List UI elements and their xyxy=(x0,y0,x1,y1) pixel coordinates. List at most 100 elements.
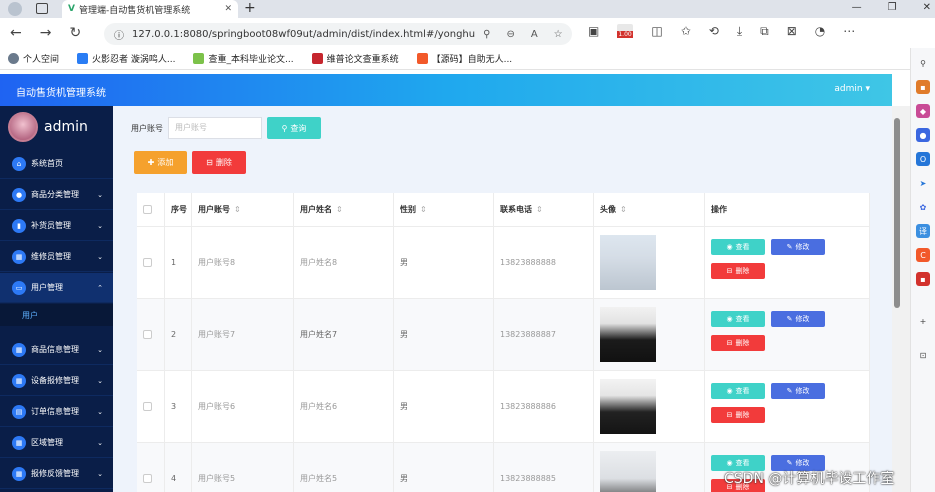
cell-account: 用户账号7 xyxy=(192,299,294,371)
key-icon[interactable]: ⚲ xyxy=(483,29,490,40)
url-text: 127.0.0.1:8080/springboot08wf09ut/admin/… xyxy=(132,28,476,40)
read-aloud-icon[interactable]: A xyxy=(531,29,538,40)
sort-icon[interactable]: ⇕ xyxy=(420,205,427,214)
toolbox-icon[interactable]: ▪ xyxy=(916,80,930,94)
delete-button[interactable]: ⊟ 删除 xyxy=(711,263,765,279)
browser-tab[interactable]: V 管理端-自动售货机管理系统 ✕ xyxy=(62,0,238,18)
add-icon[interactable]: + xyxy=(916,314,930,328)
games-icon[interactable]: ● xyxy=(916,128,930,142)
batch-delete-button[interactable]: ⊟ 删除 xyxy=(192,151,246,174)
search-button[interactable]: ⚲ 查询 xyxy=(267,117,321,139)
new-tab-icon[interactable]: + xyxy=(244,0,256,16)
translate-icon[interactable]: 译 xyxy=(916,224,930,238)
minimize-icon[interactable]: — xyxy=(852,0,862,16)
sort-icon[interactable]: ⇕ xyxy=(536,205,543,214)
edit-button[interactable]: ✎ 修改 xyxy=(771,383,825,399)
scrollbar-thumb[interactable] xyxy=(894,118,900,308)
button-label: 查看 xyxy=(735,459,750,467)
row-checkbox[interactable] xyxy=(143,474,152,483)
sidebar-item-label: 维修员管理 xyxy=(31,252,71,261)
sort-icon[interactable]: ⇕ xyxy=(620,205,627,214)
zoom-icon[interactable]: ⊖ xyxy=(506,29,514,40)
column-header-name[interactable]: 用户姓名 ⇕ xyxy=(294,193,394,227)
apps-icon[interactable]: ✿ xyxy=(916,200,930,214)
column-header-account[interactable]: 用户账号 ⇕ xyxy=(192,193,294,227)
user-menu[interactable]: admin ▾ xyxy=(834,84,870,94)
screenshot-icon[interactable]: ⊠ xyxy=(787,24,797,39)
workspaces-icon[interactable] xyxy=(36,3,48,14)
sidebar-item[interactable]: ▭ 用户管理 ⌃ xyxy=(0,273,113,303)
search-input[interactable]: 用户账号 xyxy=(168,117,262,139)
cell-gender: 男 xyxy=(394,371,494,443)
cell-name: 用户姓名7 xyxy=(294,299,394,371)
profile-icon[interactable] xyxy=(8,2,22,16)
bookmark[interactable]: 火影忍者 漩涡鸣人... xyxy=(77,52,175,65)
view-button[interactable]: ◉ 查看 xyxy=(711,239,765,255)
row-checkbox[interactable] xyxy=(143,402,152,411)
address-bar[interactable]: ⓘ 127.0.0.1:8080/springboot08wf09ut/admi… xyxy=(104,23,572,45)
edit-button[interactable]: ✎ 修改 xyxy=(771,311,825,327)
sidebar-item[interactable]: ● 商品分类管理 ⌄ xyxy=(0,180,113,210)
sidebar-item[interactable]: ▦ 维修员管理 ⌄ xyxy=(0,242,113,272)
download-icon[interactable]: ⤓ xyxy=(737,24,742,39)
sort-icon[interactable]: ⇕ xyxy=(336,205,343,214)
column-header-gender[interactable]: 性别 ⇕ xyxy=(394,193,494,227)
send-icon[interactable]: ➤ xyxy=(916,176,930,190)
copilot-icon[interactable]: ◔ xyxy=(815,24,825,39)
cell-name-text: 用户姓名8 xyxy=(300,258,338,267)
cell-account-text: 用户账号5 xyxy=(198,474,236,483)
shopping-icon[interactable]: ◆ xyxy=(916,104,930,118)
extension-badge[interactable]: 1.00 xyxy=(617,24,634,38)
row-checkbox[interactable] xyxy=(143,258,152,267)
user-avatar-image xyxy=(600,307,656,362)
search-icon[interactable]: ⚲ xyxy=(916,56,930,70)
column-header-avatar[interactable]: 头像 ⇕ xyxy=(594,193,705,227)
view-button[interactable]: ◉ 查看 xyxy=(711,311,765,327)
refresh-icon[interactable]: ↻ xyxy=(69,25,81,41)
column-header-phone[interactable]: 联系电话 ⇕ xyxy=(494,193,594,227)
bookmark[interactable]: 查重_本科毕业论文... xyxy=(193,52,294,65)
row-checkbox[interactable] xyxy=(143,330,152,339)
split-screen-icon[interactable]: ◫ xyxy=(651,24,662,39)
avatar-cell xyxy=(594,299,705,371)
close-tab-icon[interactable]: ✕ xyxy=(224,4,232,14)
edit-button[interactable]: ✎ 修改 xyxy=(771,239,825,255)
bookmark[interactable]: 维普论文查重系统 xyxy=(311,52,399,65)
bookmark[interactable]: 【源码】自助无人... xyxy=(416,52,512,65)
sort-icon[interactable]: ⇕ xyxy=(234,205,241,214)
window-close-icon[interactable]: ✕ xyxy=(923,0,931,16)
view-button[interactable]: ◉ 查看 xyxy=(711,383,765,399)
bookmark[interactable]: 个人空间 xyxy=(8,52,59,65)
outlook-icon[interactable]: O xyxy=(916,152,930,166)
forward-icon[interactable]: → xyxy=(40,25,52,41)
info-icon[interactable]: ⓘ xyxy=(114,27,124,42)
sidebar-subitem-user[interactable]: 用户 xyxy=(0,304,113,326)
sidebar-item[interactable]: ▤ 订单信息管理 ⌄ xyxy=(0,397,113,427)
more-icon[interactable]: ⋯ xyxy=(843,24,855,39)
csdn-side-icon[interactable]: C xyxy=(916,248,930,262)
grid-icon: ▦ xyxy=(12,373,26,388)
favorites-icon[interactable]: ✩ xyxy=(681,24,691,39)
back-icon[interactable]: ← xyxy=(10,25,22,41)
sidebar-item[interactable]: ⌂ 系统首页 xyxy=(0,149,113,179)
restore-icon[interactable]: ❐ xyxy=(888,0,897,16)
sidebar-item[interactable]: ▦ 设备报修管理 ⌄ xyxy=(0,366,113,396)
history-icon[interactable]: ⟲ xyxy=(709,24,719,39)
add-button[interactable]: ✚ 添加 xyxy=(134,151,187,174)
delete-button[interactable]: ⊟ 删除 xyxy=(711,407,765,423)
sidebar-item[interactable]: ▦ 商品信息管理 ⌄ xyxy=(0,335,113,365)
chevron-down-icon: ⌄ xyxy=(97,252,103,261)
sidebar-item[interactable]: ▦ 报修反馈管理 ⌄ xyxy=(0,459,113,489)
pp-icon xyxy=(193,53,205,64)
edit-icon: ✎ xyxy=(786,387,793,395)
red-app-icon[interactable]: ▪ xyxy=(916,272,930,286)
extension-icon[interactable]: ▣ xyxy=(588,24,599,39)
sidebar-item[interactable]: ▦ 区域管理 ⌄ xyxy=(0,428,113,458)
select-all-checkbox[interactable] xyxy=(143,205,152,214)
customize-icon[interactable]: ⊡ xyxy=(916,348,930,362)
eye-icon: ◉ xyxy=(726,243,733,251)
sidebar-item[interactable]: ▮ 补货员管理 ⌄ xyxy=(0,211,113,241)
favorite-star-icon[interactable]: ☆ xyxy=(554,29,563,40)
collections-icon[interactable]: ⧉ xyxy=(760,24,769,39)
delete-button[interactable]: ⊟ 删除 xyxy=(711,335,765,351)
